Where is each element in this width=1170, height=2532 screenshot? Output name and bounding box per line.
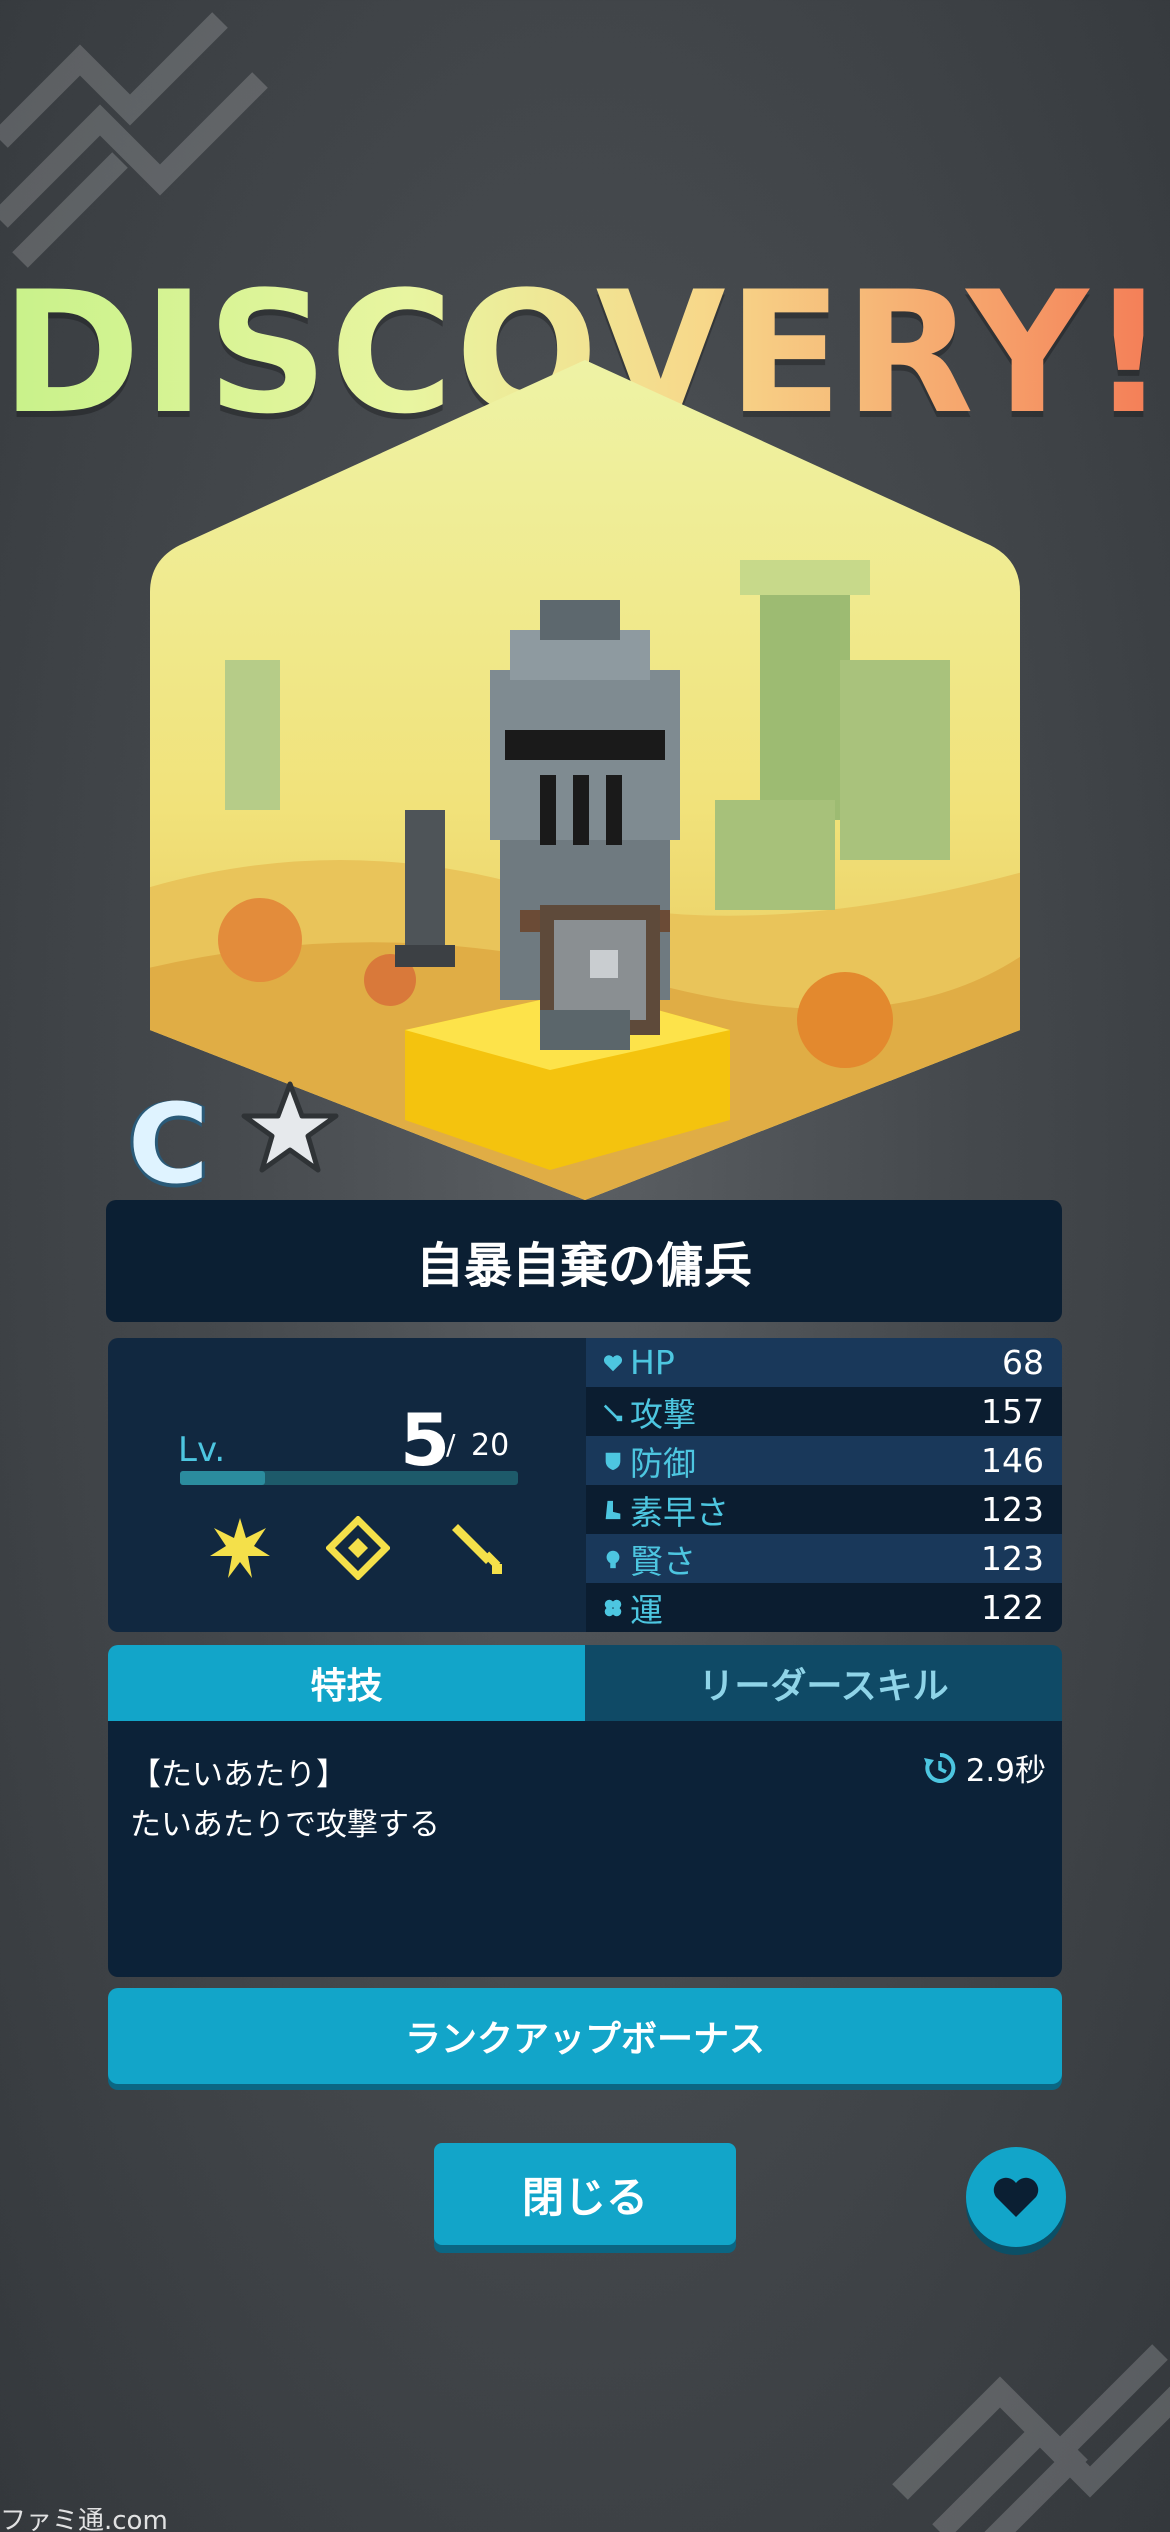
watermark: ファミ通.com — [0, 2506, 168, 2532]
stat-value: 68 — [1002, 1343, 1044, 1382]
stat-label: 素早さ — [630, 1492, 729, 1532]
cooldown-value: 2.9秒 — [965, 1753, 1046, 1789]
stat-row-hp: HP 68 — [586, 1338, 1062, 1387]
stat-row-defense: 防御 146 — [586, 1436, 1062, 1485]
stat-label: HP — [630, 1343, 675, 1382]
character-portrait — [140, 330, 1030, 1200]
skill-cooldown: 2.9秒 — [922, 1745, 1046, 1790]
stat-label: 攻撃 — [630, 1394, 696, 1434]
stat-row-attack: 攻撃 157 — [586, 1387, 1062, 1436]
stat-value: 123 — [981, 1539, 1044, 1578]
skill-title: 【たいあたり】 — [130, 1757, 347, 1793]
level-progress-fill — [180, 1471, 265, 1485]
stat-label: 運 — [630, 1590, 663, 1630]
skill-description: たいあたりで攻撃する — [130, 1807, 440, 1843]
stats-panel: Lv. 5 / 20 HP 68 攻撃 157 防御 146 素早さ 123 賢… — [108, 1338, 1062, 1632]
boot-icon — [605, 1500, 621, 1519]
sword-icon — [452, 1524, 502, 1574]
shield-icon — [605, 1452, 621, 1470]
tab-special-skill[interactable]: 特技 — [108, 1645, 585, 1721]
stat-value: 157 — [981, 1392, 1044, 1431]
level-max: 20 — [471, 1428, 510, 1463]
level-separator: / — [446, 1428, 456, 1461]
rank-letter: C — [128, 1080, 209, 1208]
burst-icon — [210, 1518, 270, 1578]
stat-row-wisdom: 賢さ 123 — [586, 1534, 1062, 1583]
stat-row-luck: 運 122 — [586, 1583, 1062, 1632]
stat-value: 146 — [981, 1441, 1044, 1480]
corner-pattern-icon — [0, 12, 268, 268]
clover-icon — [604, 1599, 622, 1616]
skill-tabs: 特技 リーダースキル — [108, 1645, 1062, 1721]
attribute-icons — [208, 1516, 508, 1580]
stat-row-speed: 素早さ 123 — [586, 1485, 1062, 1534]
level-progress-bar — [180, 1471, 518, 1485]
stat-label: 賢さ — [630, 1541, 696, 1581]
stat-list: HP 68 攻撃 157 防御 146 素早さ 123 賢さ 123 運 122 — [586, 1338, 1062, 1632]
diamond-icon — [326, 1516, 390, 1580]
sword-icon — [603, 1404, 623, 1421]
heart-icon — [603, 1354, 623, 1371]
close-button[interactable]: 閉じる — [434, 2143, 736, 2245]
heart-icon — [993, 2177, 1039, 2217]
corner-pattern-icon — [892, 2344, 1170, 2532]
star-icon — [241, 1081, 339, 1173]
stat-value: 123 — [981, 1490, 1044, 1529]
favorite-button[interactable] — [966, 2147, 1066, 2247]
skill-panel: 【たいあたり】 たいあたりで攻撃する 2.9秒 — [108, 1721, 1062, 1977]
rank-up-bonus-button[interactable]: ランクアップボーナス — [108, 1988, 1062, 2084]
level-label: Lv. — [178, 1430, 226, 1470]
stat-label: 防御 — [630, 1443, 696, 1483]
character-name: 自暴自棄の傭兵 — [106, 1200, 1062, 1322]
tab-leader-skill[interactable]: リーダースキル — [585, 1645, 1062, 1721]
bulb-icon — [606, 1550, 620, 1568]
level-current: 5 — [400, 1398, 451, 1482]
cooldown-icon — [923, 1752, 956, 1783]
stat-value: 122 — [981, 1588, 1044, 1627]
